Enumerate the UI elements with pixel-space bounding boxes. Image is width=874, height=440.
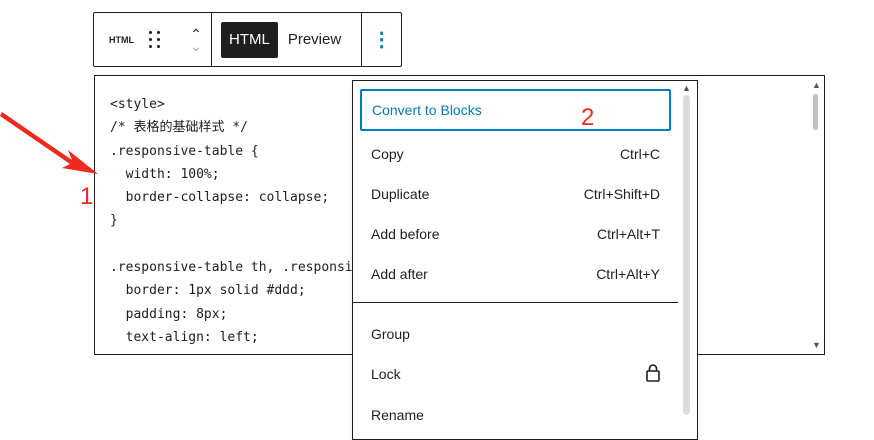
chevron-down-icon[interactable]: ⌄ — [190, 39, 202, 53]
menu-item-label: Add after — [371, 266, 428, 282]
menu-item-shortcut: Ctrl+C — [619, 146, 660, 162]
menu-item-duplicate[interactable]: Duplicate Ctrl+Shift+D — [360, 173, 671, 215]
menu-item-label: Group — [371, 326, 410, 342]
drag-handle-icon[interactable] — [149, 31, 169, 48]
menu-item-convert-to-blocks[interactable]: Convert to Blocks — [360, 89, 671, 131]
menu-item-shortcut: Ctrl+Alt+Y — [596, 266, 660, 282]
annotation-number-2: 2 — [581, 104, 595, 131]
block-type-button[interactable]: HTML — [109, 35, 141, 45]
move-buttons: ⌃ ⌄ — [181, 27, 211, 53]
menu-item-shortcut: Ctrl+Shift+D — [583, 186, 660, 202]
lock-icon — [646, 363, 660, 385]
view-tabs: HTML Preview — [212, 13, 363, 66]
menu-item-label: Copy — [371, 146, 404, 162]
menu-item-copy[interactable]: Copy Ctrl+C — [360, 133, 671, 175]
options-button[interactable]: ⋮ — [362, 13, 401, 66]
menu-scroll-up-icon[interactable]: ▲ — [682, 83, 691, 93]
block-options-menu: ▲ Convert to Blocks Copy Ctrl+C Duplicate Ct… — [352, 80, 698, 440]
more-vertical-icon: ⋮ — [371, 29, 392, 51]
menu-item-label: Lock — [371, 366, 401, 382]
menu-item-label: Duplicate — [371, 186, 430, 202]
menu-item-add-before[interactable]: Add before Ctrl+Alt+T — [360, 213, 671, 255]
menu-divider — [353, 302, 678, 303]
menu-item-label: Add before — [371, 226, 440, 242]
menu-item-shortcut: Ctrl+Alt+T — [596, 226, 660, 242]
menu-item-rename[interactable]: Rename — [360, 394, 671, 436]
annotation-number-1: 1 — [80, 183, 94, 210]
menu-item-add-after[interactable]: Add after Ctrl+Alt+Y — [360, 253, 671, 295]
menu-item-label: Convert to Blocks — [372, 102, 482, 118]
menu-item-lock[interactable]: Lock — [360, 353, 671, 395]
block-controls: HTML ⌃ ⌄ — [94, 13, 212, 66]
menu-scrollbar[interactable] — [683, 95, 690, 415]
menu-item-group[interactable]: Group — [360, 313, 671, 355]
annotation-arrow-icon — [0, 112, 98, 174]
menu-item-label: Rename — [371, 407, 424, 423]
block-toolbar: HTML ⌃ ⌄ HTML Preview ⋮ — [93, 12, 402, 67]
tab-html[interactable]: HTML — [221, 21, 278, 58]
tab-preview[interactable]: Preview — [280, 22, 349, 58]
editor-scrollbar-thumb[interactable] — [813, 94, 818, 130]
